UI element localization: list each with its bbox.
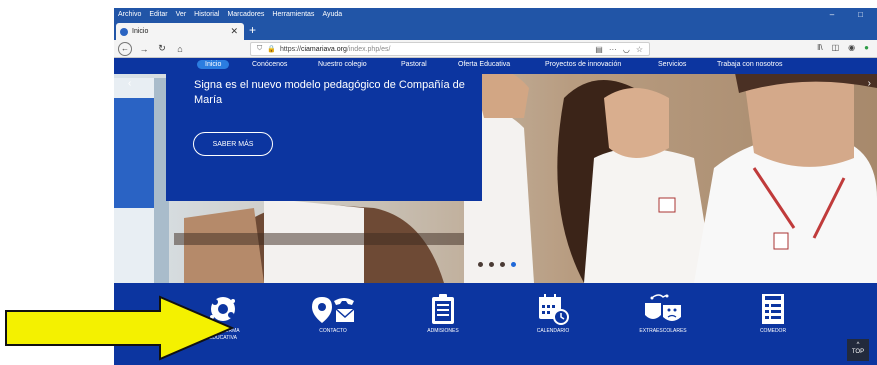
url-path: /index.php/es/ [346, 45, 391, 53]
menu-editar[interactable]: Editar [149, 11, 167, 18]
pocket-icon[interactable]: ◡ [623, 45, 630, 54]
lock-icon[interactable]: 🔒 [267, 45, 276, 53]
url-host: ciamariava.org [300, 45, 347, 53]
reload-icon[interactable]: ↻ [156, 43, 168, 54]
quick-link-label: CALENDARIO [536, 328, 570, 334]
saber-mas-button[interactable]: SABER MÁS [193, 132, 273, 156]
menu-archivo[interactable]: Archivo [118, 11, 141, 18]
tab-strip: Inicio ✕ + [114, 21, 877, 40]
site-navigation: Inicio Conócenos Nuestro colegio Pastora… [114, 58, 877, 74]
nav-conocenos[interactable]: Conócenos [252, 61, 287, 68]
url-prefix: https:// [279, 45, 301, 53]
top-button-label: TOP [851, 349, 865, 355]
nav-proyectos-innovacion[interactable]: Proyectos de innovación [545, 61, 621, 68]
slide-headline: Signa es el nuevo modelo pedagógico de C… [194, 79, 465, 106]
new-tab-icon[interactable]: + [249, 23, 256, 37]
extension-icon[interactable]: ● [864, 43, 869, 52]
close-tab-icon[interactable]: ✕ [230, 26, 238, 37]
account-icon[interactable]: ◉ [848, 43, 855, 52]
menu-ver[interactable]: Ver [176, 11, 187, 18]
navigation-toolbar: ← → ↻ ⌂ ⛉ 🔒 https:// ciamariava.org /ind… [114, 40, 877, 58]
home-icon[interactable]: ⌂ [174, 44, 186, 54]
theater-masks-icon [645, 294, 681, 321]
url-bar[interactable]: ⛉ 🔒 https:// ciamariava.org /index.php/e… [250, 42, 650, 56]
quick-link-calendario[interactable]: CALENDARIO [508, 293, 598, 335]
quick-link-admisiones[interactable]: ADMISIONES [398, 293, 488, 335]
nav-trabaja-con-nosotros[interactable]: Trabaja con nosotros [717, 61, 783, 68]
bookmark-star-icon[interactable]: ☆ [636, 45, 643, 54]
back-to-top-button[interactable]: ^ TOP [847, 339, 869, 361]
reader-view-icon[interactable]: ▤ [595, 45, 603, 54]
clipboard-icon [432, 294, 454, 324]
slider-next-icon[interactable]: › [868, 78, 871, 89]
menu-bar: Archivo Editar Ver Historial Marcadores … [114, 8, 877, 21]
nav-pastoral[interactable]: Pastoral [401, 61, 427, 68]
nav-nuestro-colegio[interactable]: Nuestro colegio [318, 61, 367, 68]
quick-link-label: CONTACTO [319, 328, 347, 334]
toolbar-right: ‖\ ◫ ◉ ● [817, 43, 869, 52]
nav-servicios[interactable]: Servicios [658, 61, 686, 68]
menu-marcadores[interactable]: Marcadores [227, 11, 264, 18]
slide-caption-card: Signa es el nuevo modelo pedagógico de C… [166, 74, 482, 201]
slider-dot-active[interactable] [511, 262, 516, 267]
hero-slider: Inicio Conócenos Nuestro colegio Pastora… [114, 58, 877, 283]
maximize-button[interactable]: □ [858, 10, 863, 19]
menu-list-icon [762, 294, 784, 324]
forward-icon[interactable]: → [138, 44, 150, 54]
chevron-up-icon: ^ [856, 342, 860, 348]
back-icon[interactable]: ← [118, 41, 132, 56]
slider-dot[interactable] [489, 262, 494, 267]
nav-inicio[interactable]: Inicio [197, 60, 230, 69]
slider-dot[interactable] [500, 262, 505, 267]
menu-herramientas[interactable]: Herramientas [272, 11, 314, 18]
quick-link-label: COMEDOR [759, 328, 787, 334]
calendar-icon [539, 294, 569, 325]
favicon-icon [120, 27, 128, 36]
tracking-shield-icon[interactable]: ⛉ [257, 45, 262, 53]
quick-link-comedor[interactable]: COMEDOR [728, 293, 818, 335]
nav-oferta-educativa[interactable]: Oferta Educativa [458, 61, 510, 68]
menu-historial[interactable]: Historial [194, 11, 219, 18]
sidebar-icon[interactable]: ◫ [832, 43, 840, 52]
quick-link-extraescolares[interactable]: EXTRAESCOLARES [618, 293, 708, 335]
slider-prev-icon[interactable]: ‹ [128, 78, 131, 89]
menu-ayuda[interactable]: Ayuda [322, 11, 342, 18]
quick-link-label: EXTRAESCOLARES [639, 328, 687, 334]
annotation-arrow-icon [5, 295, 234, 361]
quick-link-contacto[interactable]: CONTACTO [288, 293, 378, 335]
library-icon[interactable]: ‖\ [817, 43, 823, 52]
contact-icon [312, 297, 355, 323]
minimize-button[interactable]: – [830, 10, 834, 19]
slider-dots [478, 262, 516, 267]
page-actions-icon[interactable]: ··· [609, 45, 617, 54]
url-actions: ▤ ··· ◡ ☆ [595, 43, 643, 55]
window-controls: – □ [830, 8, 871, 21]
tab-inicio[interactable]: Inicio ✕ [116, 23, 244, 40]
tab-title: Inicio [132, 28, 149, 35]
slider-dot[interactable] [478, 262, 483, 267]
quick-link-label: ADMISIONES [427, 328, 459, 334]
